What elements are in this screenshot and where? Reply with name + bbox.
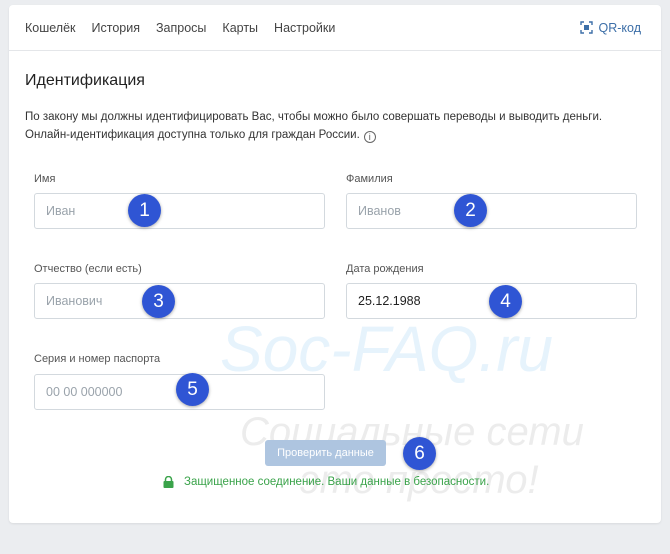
nav-requests[interactable]: Запросы xyxy=(156,21,206,35)
qr-code-label: QR-код xyxy=(598,20,642,35)
first-name-input[interactable] xyxy=(34,193,325,229)
birth-date-label: Дата рождения xyxy=(346,263,424,275)
nav-history[interactable]: История xyxy=(92,21,140,35)
patronymic-input[interactable] xyxy=(34,283,325,319)
verify-data-button[interactable]: Проверить данные xyxy=(265,440,386,466)
secure-connection-text: Защищенное соединение. Ваши данные в без… xyxy=(184,476,490,488)
step-badge-5: 5 xyxy=(176,373,209,406)
nav-settings[interactable]: Настройки xyxy=(274,21,335,35)
qr-scan-icon xyxy=(579,21,593,34)
patronymic-label: Отчество (если есть) xyxy=(34,263,142,275)
page-description: По закону мы должны идентифицировать Вас… xyxy=(25,108,635,144)
secure-connection-note: Защищенное соединение. Ваши данные в без… xyxy=(163,476,489,488)
page-title: Идентификация xyxy=(25,72,145,89)
lock-icon xyxy=(163,476,174,488)
nav-cards[interactable]: Карты xyxy=(222,21,258,35)
qr-code-button[interactable]: QR-код xyxy=(579,20,642,35)
last-name-label: Фамилия xyxy=(346,173,393,185)
nav-wallet[interactable]: Кошелёк xyxy=(25,21,76,35)
step-badge-3: 3 xyxy=(142,285,175,318)
first-name-label: Имя xyxy=(34,173,56,185)
step-badge-1: 1 xyxy=(128,194,161,227)
passport-label: Серия и номер паспорта xyxy=(34,353,161,365)
top-nav: Кошелёк История Запросы Карты Настройки … xyxy=(9,5,661,51)
step-badge-6: 6 xyxy=(403,437,436,470)
info-icon[interactable]: i xyxy=(363,131,376,143)
last-name-input[interactable] xyxy=(346,193,637,229)
step-badge-2: 2 xyxy=(454,194,487,227)
step-badge-4: 4 xyxy=(489,285,522,318)
description-line-2: Онлайн-идентификация доступна только для… xyxy=(25,126,635,144)
description-line-2-text: Онлайн-идентификация доступна только для… xyxy=(25,129,360,141)
description-line-1: По закону мы должны идентифицировать Вас… xyxy=(25,111,603,123)
